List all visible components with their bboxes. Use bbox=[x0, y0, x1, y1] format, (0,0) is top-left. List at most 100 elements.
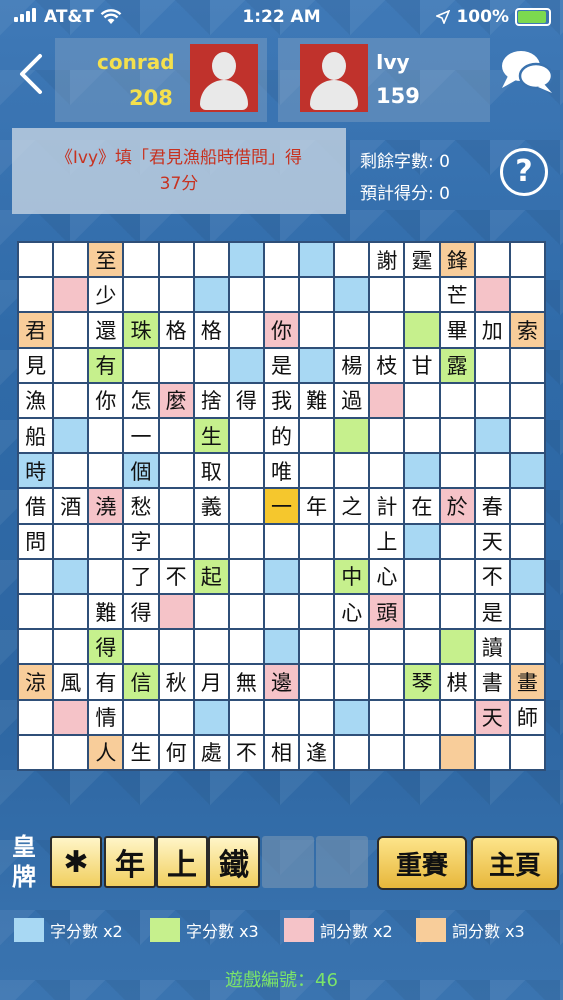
board-cell[interactable] bbox=[19, 278, 53, 312]
board-cell[interactable]: 過 bbox=[335, 383, 369, 417]
board-cell[interactable]: 人 bbox=[89, 735, 123, 769]
board-cell[interactable]: 見 bbox=[19, 348, 53, 382]
board-cell[interactable] bbox=[124, 348, 158, 382]
board-cell[interactable] bbox=[405, 278, 439, 312]
board-cell[interactable]: 了 bbox=[124, 559, 158, 593]
board-cell[interactable]: 畢 bbox=[440, 313, 474, 347]
board-cell[interactable]: 捨 bbox=[194, 383, 228, 417]
board-cell[interactable]: 計 bbox=[370, 489, 404, 523]
board-cell[interactable]: 澆 bbox=[89, 489, 123, 523]
board-cell[interactable] bbox=[54, 419, 88, 453]
board-cell[interactable]: 逢 bbox=[300, 735, 334, 769]
board-cell[interactable] bbox=[229, 419, 263, 453]
board-cell[interactable] bbox=[159, 630, 193, 664]
board-cell[interactable] bbox=[124, 630, 158, 664]
rack-tile-1[interactable]: ✱ bbox=[50, 836, 102, 888]
board-cell[interactable]: 中 bbox=[335, 559, 369, 593]
board-cell[interactable]: 處 bbox=[194, 735, 228, 769]
board-cell[interactable] bbox=[159, 489, 193, 523]
board-cell[interactable] bbox=[124, 700, 158, 734]
board-cell[interactable]: 格 bbox=[159, 313, 193, 347]
board-cell[interactable] bbox=[300, 348, 334, 382]
board-cell[interactable]: 於 bbox=[440, 489, 474, 523]
board-cell[interactable] bbox=[54, 313, 88, 347]
board-cell[interactable] bbox=[159, 524, 193, 558]
board-cell[interactable] bbox=[510, 383, 544, 417]
board-cell[interactable] bbox=[405, 524, 439, 558]
board-cell[interactable]: 甘 bbox=[405, 348, 439, 382]
board-cell[interactable]: 信 bbox=[124, 665, 158, 699]
board-cell[interactable] bbox=[194, 278, 228, 312]
board-cell[interactable]: 畫 bbox=[510, 665, 544, 699]
rack-tile-4[interactable]: 鐵 bbox=[208, 836, 260, 888]
board-cell[interactable]: 酒 bbox=[54, 489, 88, 523]
board-cell[interactable]: 鋒 bbox=[440, 243, 474, 277]
board-cell[interactable]: 得 bbox=[89, 630, 123, 664]
board-cell[interactable] bbox=[370, 630, 404, 664]
board-cell[interactable] bbox=[370, 454, 404, 488]
board-cell[interactable] bbox=[229, 489, 263, 523]
board-cell[interactable]: 的 bbox=[264, 419, 299, 453]
board-cell[interactable] bbox=[300, 700, 334, 734]
board-cell[interactable] bbox=[405, 735, 439, 769]
board-cell[interactable] bbox=[54, 735, 88, 769]
board-cell[interactable]: 時 bbox=[19, 454, 53, 488]
chat-bubbles-icon[interactable] bbox=[498, 46, 556, 96]
board-cell[interactable]: 一 bbox=[264, 489, 299, 523]
board-cell[interactable] bbox=[54, 630, 88, 664]
board-cell[interactable] bbox=[475, 243, 509, 277]
board-cell[interactable] bbox=[405, 383, 439, 417]
board-cell[interactable] bbox=[19, 735, 53, 769]
board-cell[interactable] bbox=[300, 419, 334, 453]
board-cell[interactable]: 是 bbox=[475, 595, 509, 629]
board-cell[interactable]: 加 bbox=[475, 313, 509, 347]
board-cell[interactable]: 芒 bbox=[440, 278, 474, 312]
board-cell[interactable]: 謝 bbox=[370, 243, 404, 277]
board-cell[interactable] bbox=[510, 559, 544, 593]
board-cell[interactable]: 愁 bbox=[124, 489, 158, 523]
board-cell[interactable]: 取 bbox=[194, 454, 228, 488]
board-cell[interactable]: 我 bbox=[264, 383, 299, 417]
board-cell[interactable] bbox=[335, 735, 369, 769]
board-cell[interactable] bbox=[229, 559, 263, 593]
board-cell[interactable] bbox=[370, 665, 404, 699]
board-cell[interactable]: 生 bbox=[124, 735, 158, 769]
board-cell[interactable]: 得 bbox=[229, 383, 263, 417]
rack-tile-6[interactable] bbox=[316, 836, 368, 888]
board-cell[interactable] bbox=[264, 559, 299, 593]
board-cell[interactable] bbox=[229, 243, 263, 277]
board-cell[interactable] bbox=[335, 278, 369, 312]
board-cell[interactable] bbox=[300, 595, 334, 629]
board-cell[interactable]: 君 bbox=[19, 313, 53, 347]
board-cell[interactable] bbox=[300, 559, 334, 593]
board-cell[interactable]: 心 bbox=[370, 559, 404, 593]
board-cell[interactable] bbox=[300, 313, 334, 347]
board-cell[interactable] bbox=[405, 700, 439, 734]
board-cell[interactable] bbox=[124, 278, 158, 312]
board-cell[interactable] bbox=[264, 243, 299, 277]
board-cell[interactable]: 上 bbox=[370, 524, 404, 558]
rematch-button[interactable]: 重賽 bbox=[377, 836, 467, 890]
board-cell[interactable] bbox=[405, 630, 439, 664]
board-cell[interactable] bbox=[405, 313, 439, 347]
board-cell[interactable]: 之 bbox=[335, 489, 369, 523]
board-cell[interactable] bbox=[300, 278, 334, 312]
board-cell[interactable] bbox=[335, 243, 369, 277]
board-cell[interactable]: 借 bbox=[19, 489, 53, 523]
board-cell[interactable]: 邊 bbox=[264, 665, 299, 699]
home-button[interactable]: 主頁 bbox=[471, 836, 559, 890]
board-cell[interactable] bbox=[229, 313, 263, 347]
board-cell[interactable] bbox=[335, 419, 369, 453]
board-cell[interactable]: 有 bbox=[89, 665, 123, 699]
board-cell[interactable] bbox=[300, 243, 334, 277]
board-cell[interactable]: 得 bbox=[124, 595, 158, 629]
board-cell[interactable]: 心 bbox=[335, 595, 369, 629]
board-cell[interactable] bbox=[89, 524, 123, 558]
board-cell[interactable] bbox=[19, 243, 53, 277]
rack-tile-3[interactable]: 上 bbox=[156, 836, 208, 888]
board-cell[interactable] bbox=[510, 595, 544, 629]
rack-tile-5[interactable] bbox=[262, 836, 314, 888]
board-cell[interactable] bbox=[54, 383, 88, 417]
board-cell[interactable]: 霆 bbox=[405, 243, 439, 277]
board-cell[interactable] bbox=[475, 735, 509, 769]
